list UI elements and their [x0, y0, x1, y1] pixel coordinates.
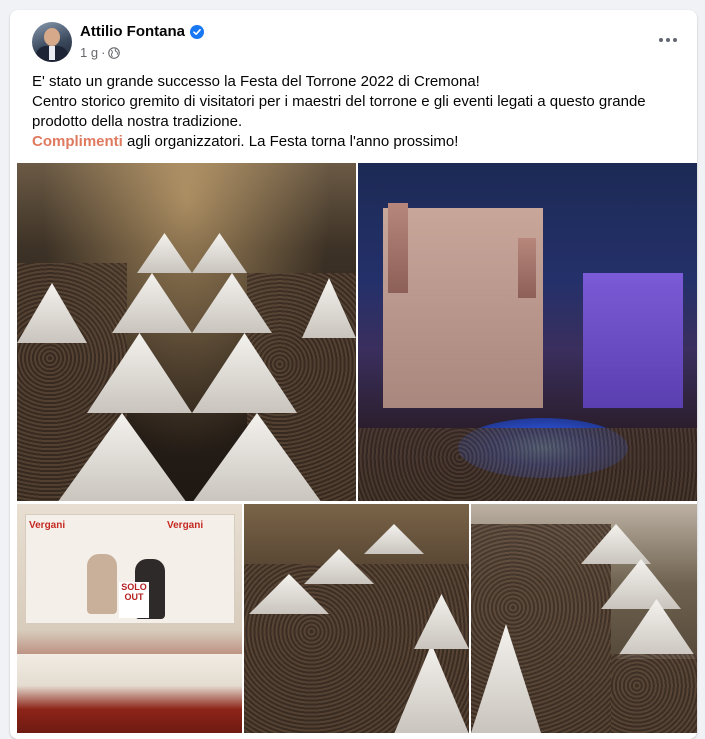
counter: [17, 654, 242, 733]
brand-label: Vergani: [167, 520, 204, 531]
meta-separator: ·: [101, 45, 106, 60]
author-line: Attilio Fontana: [80, 23, 204, 40]
photo-booth[interactable]: Vergani Vergani SOLO OUT: [17, 504, 242, 733]
person: [87, 554, 117, 614]
avatar-shirt: [49, 46, 55, 60]
more-dot: [659, 38, 663, 42]
cathedral-tower: [518, 238, 536, 298]
photo-tents-crowd[interactable]: [244, 504, 469, 733]
post-line: prodotto della nostra tradizione.: [32, 113, 243, 130]
sign-text-bottom: OUT: [124, 592, 144, 602]
photo-cathedral-night[interactable]: [358, 163, 697, 501]
post-line-closing: Complimenti agli organizzatori. La Festa…: [32, 132, 682, 152]
baptistery: [583, 273, 683, 408]
tent: [192, 233, 247, 273]
author-name[interactable]: Attilio Fontana: [80, 23, 185, 40]
sold-out-sign: SOLO OUT: [119, 582, 149, 618]
crowd: [611, 654, 697, 733]
more-options-button[interactable]: [653, 28, 683, 52]
post-card: Attilio Fontana 1 g · E' stato un grande…: [10, 10, 697, 739]
author-avatar[interactable]: [32, 22, 72, 62]
tent: [601, 559, 681, 609]
sign-text-top: SOLO: [121, 582, 147, 592]
photo-crowd-square[interactable]: [471, 504, 697, 733]
post-line: Centro storico gremito di visitatori per…: [32, 93, 646, 110]
cathedral-tower: [388, 203, 408, 293]
post-text: E' stato un grande successo la Festa del…: [32, 72, 682, 152]
crowd-square: [358, 428, 697, 501]
more-dot: [673, 38, 677, 42]
tent: [364, 524, 424, 554]
post-time[interactable]: 1 g: [80, 45, 98, 60]
brand-label: Vergani: [29, 520, 66, 531]
post-header: Attilio Fontana 1 g ·: [10, 10, 697, 72]
closing-text: agli organizzatori. La Festa torna l'ann…: [122, 133, 459, 150]
verified-badge-icon: [190, 24, 204, 39]
highlight-word: Complimenti: [32, 133, 123, 150]
post-line: E' stato un grande successo la Festa del…: [32, 73, 480, 90]
more-dot: [666, 38, 670, 42]
tent: [137, 233, 192, 273]
avatar-face: [44, 28, 60, 46]
photo-market-aerial[interactable]: [17, 163, 356, 501]
post-meta: 1 g ·: [80, 45, 121, 60]
globe-icon[interactable]: [108, 46, 121, 59]
